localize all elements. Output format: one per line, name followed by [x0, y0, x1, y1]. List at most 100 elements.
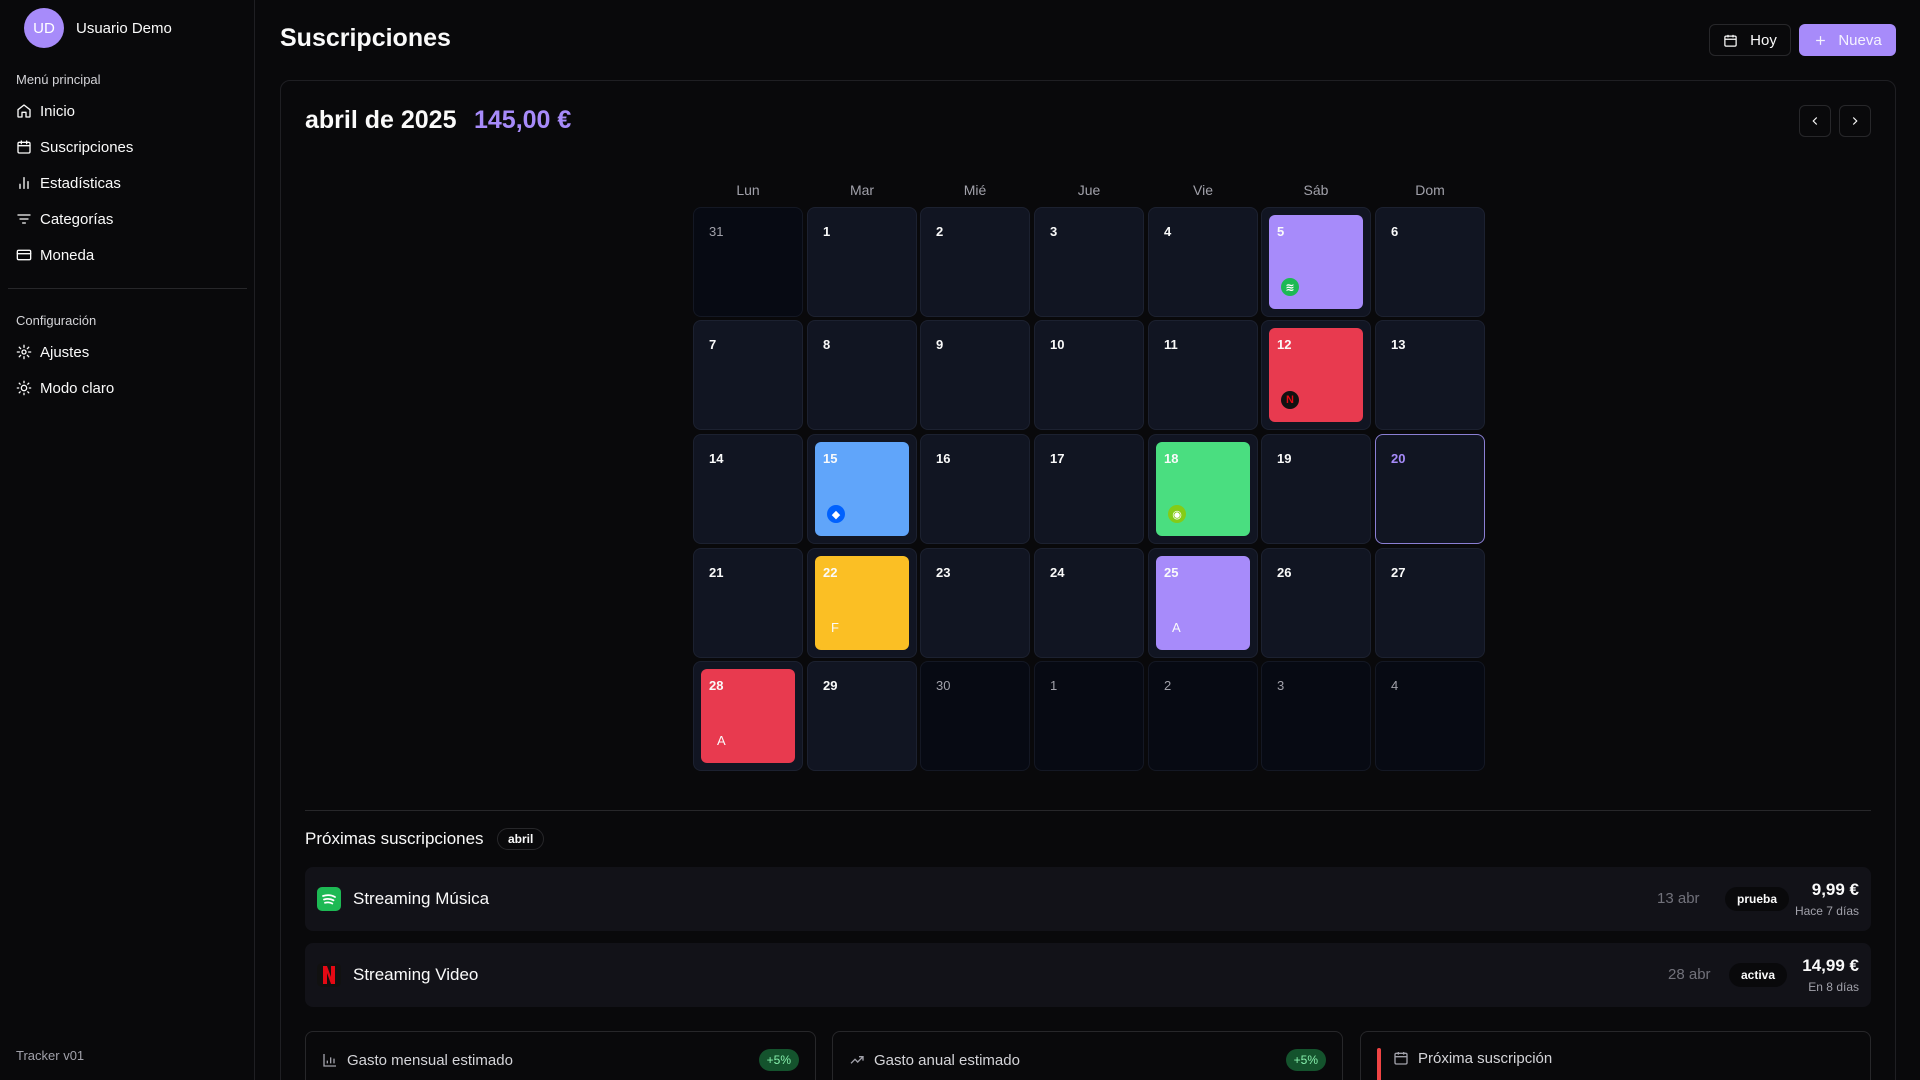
day-number: 19 [1277, 451, 1292, 466]
chevron-left-icon [1812, 117, 1818, 125]
calendar-day[interactable]: 21 [693, 548, 803, 658]
prev-month-button[interactable] [1799, 105, 1831, 137]
calendar-event[interactable]: F 22 [815, 556, 909, 650]
app-version: Tracker v01 [16, 1048, 85, 1063]
calendar-day[interactable]: 1 [1034, 661, 1144, 771]
calendar-day[interactable]: A 28 [693, 661, 803, 771]
month-title: abril de 2025 [305, 106, 457, 134]
config-nav: Ajustes Modo claro [8, 334, 247, 406]
calendar-day[interactable]: 6 [1375, 207, 1485, 317]
calendar-day[interactable]: 23 [920, 548, 1030, 658]
day-number: 31 [709, 224, 724, 239]
sidebar-item-ajustes[interactable]: Ajustes [8, 334, 247, 370]
trend-badge: +5% [758, 1049, 799, 1071]
spotify-icon: ≋ [1281, 278, 1299, 296]
calendar-day[interactable]: ◉ 18 [1148, 434, 1258, 544]
day-number: 9 [936, 337, 944, 352]
day-number: 15 [823, 451, 838, 466]
day-number: 13 [1391, 337, 1406, 352]
weekday-label: Lun [736, 182, 760, 198]
calendar-day[interactable]: 20 [1375, 434, 1485, 544]
chevron-right-icon [1852, 117, 1858, 125]
calendar-day[interactable]: 2 [920, 207, 1030, 317]
calendar-day[interactable]: F 22 [807, 548, 917, 658]
stat-card-annual: Gasto anual estimado +5% [832, 1031, 1343, 1080]
subscription-name: Streaming Video [353, 965, 479, 984]
calendar-day[interactable]: 2 [1148, 661, 1258, 771]
sidebar-item-label: Modo claro [40, 379, 115, 397]
calendar-event[interactable]: A 28 [701, 669, 795, 763]
day-number: 1 [1050, 678, 1058, 693]
calendar-day[interactable]: 17 [1034, 434, 1144, 544]
day-number: 21 [709, 565, 724, 580]
calendar-day[interactable]: 24 [1034, 548, 1144, 658]
credit-card-icon [16, 249, 32, 261]
day-number: 8 [823, 337, 831, 352]
weekday-label: Mar [849, 182, 875, 198]
stat-label: Próxima suscripción [1418, 1050, 1553, 1067]
stat-label: Gasto anual estimado [874, 1052, 1020, 1069]
calendar-day[interactable]: 19 [1261, 434, 1371, 544]
calendar-event[interactable]: ◉ 18 [1156, 442, 1250, 536]
day-number: 14 [709, 451, 724, 466]
calendar-day[interactable]: 31 [693, 207, 803, 317]
calendar-day[interactable]: 9 [920, 320, 1030, 430]
calendar-day[interactable]: ◆ 15 [807, 434, 917, 544]
calendar-day[interactable]: ≋ 5 [1261, 207, 1371, 317]
calendar-day[interactable]: 3 [1261, 661, 1371, 771]
avatar[interactable]: UD [24, 8, 64, 48]
calendar-event[interactable]: N 12 [1269, 328, 1363, 422]
gamepad-icon: ◉ [1168, 505, 1186, 523]
calendar-day[interactable]: 10 [1034, 320, 1144, 430]
calendar-day[interactable]: 4 [1148, 207, 1258, 317]
calendar-day[interactable]: 8 [807, 320, 917, 430]
weekday-label: Vie [1193, 182, 1213, 198]
calendar-day[interactable]: N 12 [1261, 320, 1371, 430]
calendar-day[interactable]: 29 [807, 661, 917, 771]
calendar-day[interactable]: 1 [807, 207, 917, 317]
day-number: 25 [1164, 565, 1179, 580]
sidebar-item-label: Inicio [40, 102, 76, 120]
sidebar-item-suscripciones[interactable]: Suscripciones [8, 129, 247, 165]
calendar-day[interactable]: 14 [693, 434, 803, 544]
user-name: Usuario Demo [76, 19, 172, 37]
sidebar-item-modo-claro[interactable]: Modo claro [8, 370, 247, 406]
calendar-icon [17, 140, 31, 154]
sidebar-item-moneda[interactable]: Moneda [8, 237, 247, 273]
calendar-day[interactable]: 16 [920, 434, 1030, 544]
new-subscription-button[interactable]: Nueva [1799, 24, 1896, 56]
event-initial: F [831, 620, 839, 635]
calendar-day[interactable]: 13 [1375, 320, 1485, 430]
calendar-day[interactable]: 3 [1034, 207, 1144, 317]
day-number: 23 [936, 565, 951, 580]
sidebar-item-estadisticas[interactable]: Estadísticas [8, 165, 247, 201]
subscription-row[interactable]: Streaming Música 13 abr prueba 9,99 € Ha… [305, 867, 1871, 931]
calendar-day[interactable]: 11 [1148, 320, 1258, 430]
sidebar-item-categorias[interactable]: Categorías [8, 201, 247, 237]
month-badge: abril [497, 828, 545, 850]
user-profile[interactable]: UD Usuario Demo [24, 8, 172, 48]
subscription-row[interactable]: Streaming Video 28 abr activa 14,99 € En… [305, 943, 1871, 1007]
calendar-event[interactable]: A 25 [1156, 556, 1250, 650]
sidebar-item-label: Suscripciones [40, 138, 134, 156]
calendar-day[interactable]: 26 [1261, 548, 1371, 658]
calendar-day[interactable]: A 25 [1148, 548, 1258, 658]
sidebar-item-inicio[interactable]: Inicio [8, 93, 247, 129]
calendar-event[interactable]: ◆ 15 [815, 442, 909, 536]
day-number: 2 [936, 224, 944, 239]
calendar-day[interactable]: 27 [1375, 548, 1485, 658]
calendar-day[interactable]: 30 [920, 661, 1030, 771]
calendar-day[interactable]: 4 [1375, 661, 1485, 771]
today-button[interactable]: Hoy [1709, 24, 1791, 56]
sidebar-item-label: Categorías [40, 210, 114, 228]
page-title: Suscripciones [280, 24, 451, 52]
calendar-day[interactable]: 7 [693, 320, 803, 430]
day-number: 16 [936, 451, 951, 466]
calendar-event[interactable]: ≋ 5 [1269, 215, 1363, 309]
subscription-date: 28 abr [1668, 966, 1711, 983]
gear-icon [16, 344, 32, 360]
subscription-relative-date: En 8 días [1808, 980, 1859, 994]
main-nav: Inicio Suscripciones Estadísticas Catego… [8, 93, 247, 273]
next-month-button[interactable] [1839, 105, 1871, 137]
subscription-relative-date: Hace 7 días [1794, 904, 1859, 918]
